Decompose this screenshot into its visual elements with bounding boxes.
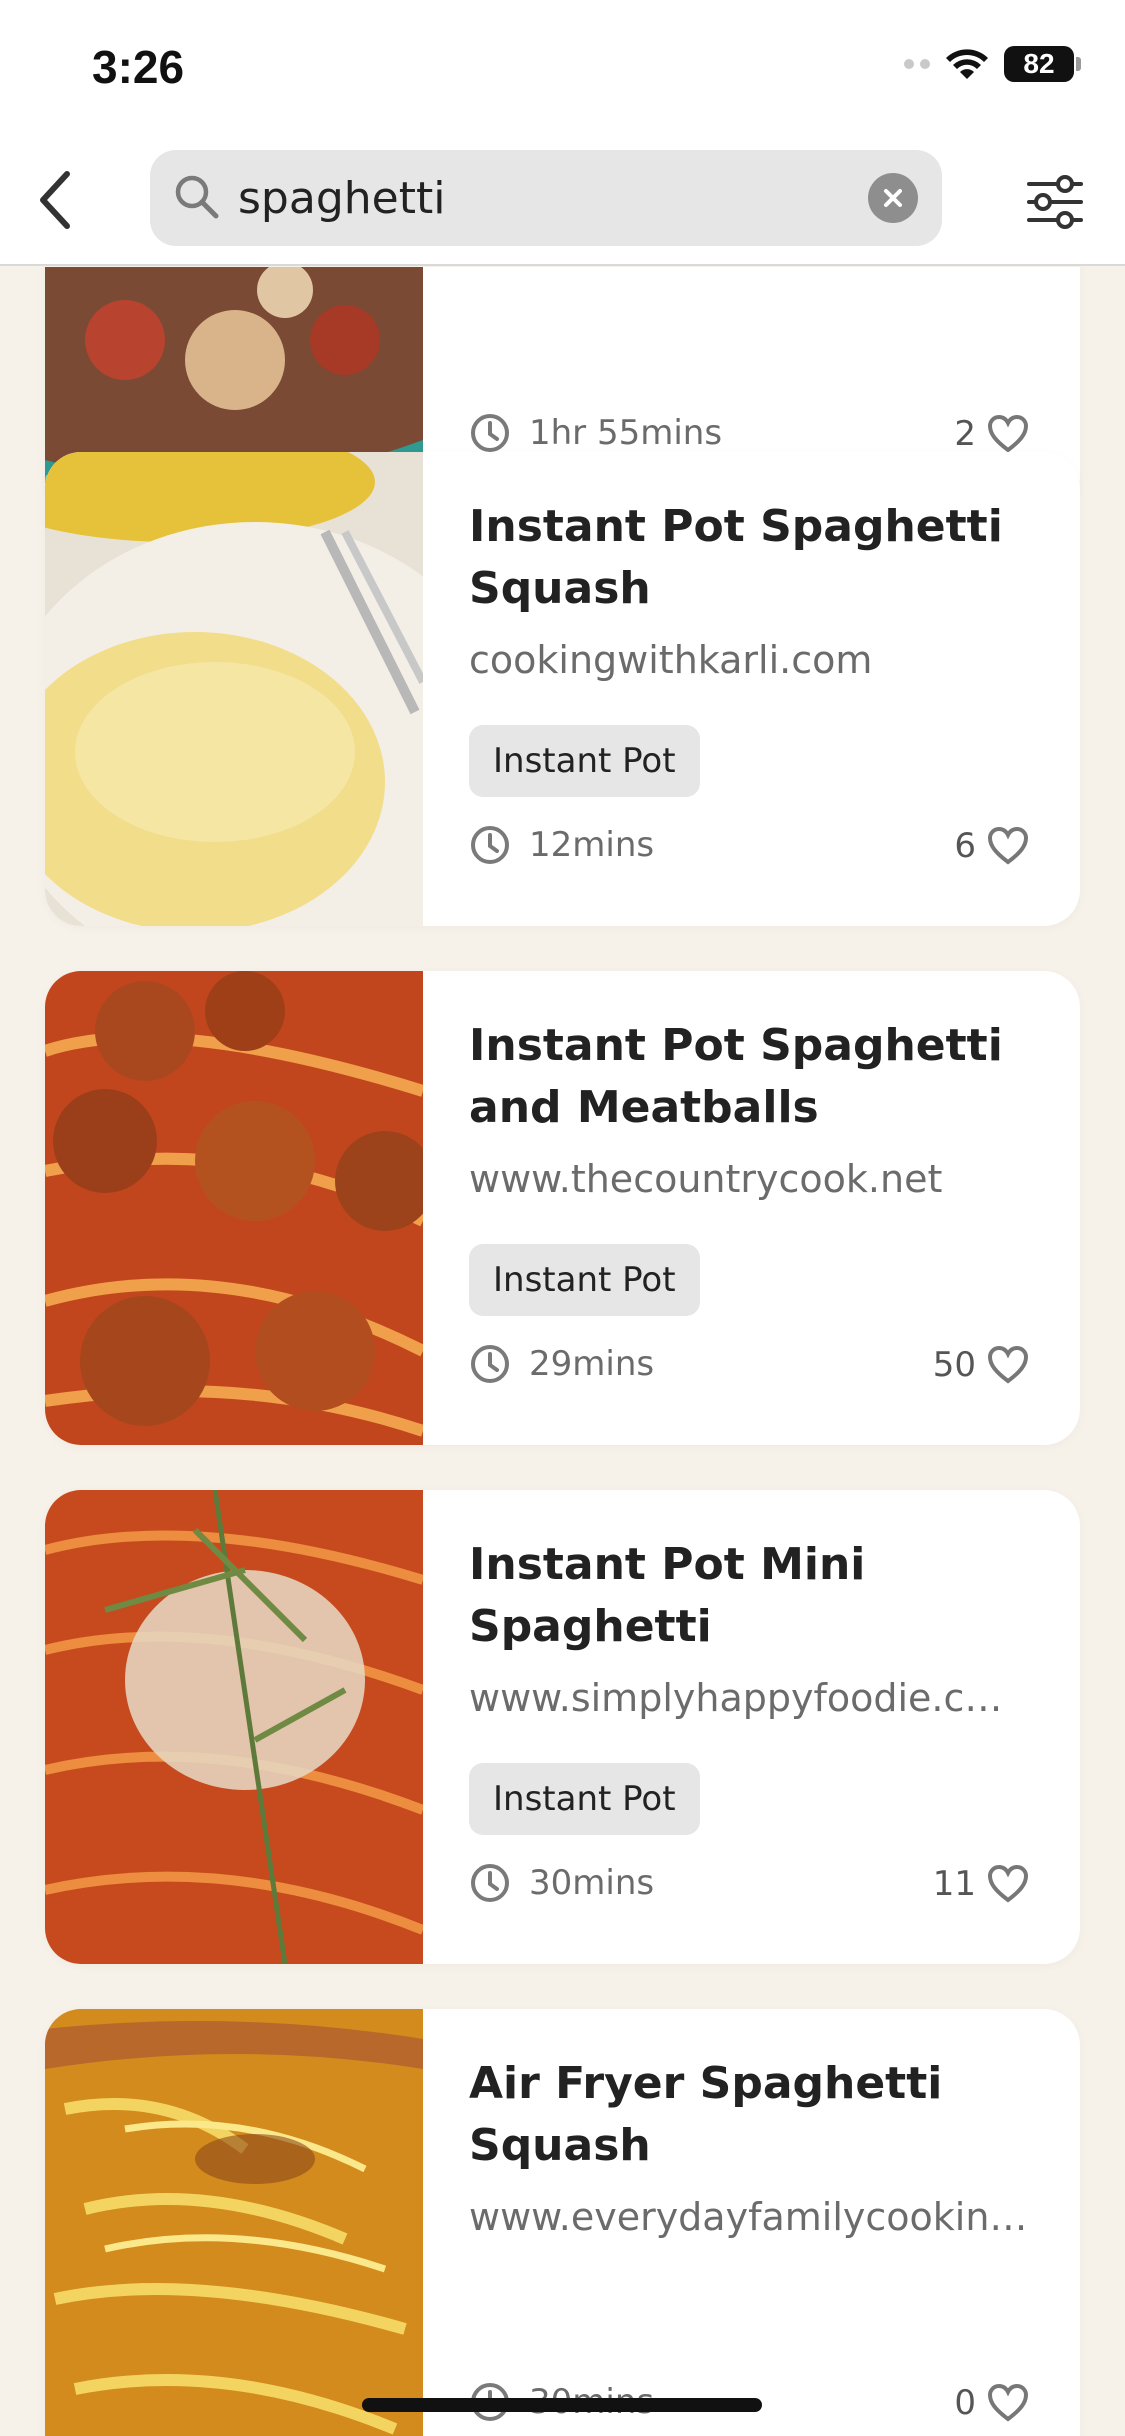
search-header [0, 140, 1125, 266]
recipe-likes-count: 2 [954, 414, 976, 454]
recipe-time-label: 30mins [529, 1863, 655, 1903]
close-icon [884, 189, 902, 207]
clock-icon [471, 826, 509, 864]
clock-icon [471, 414, 509, 452]
recipe-likes[interactable]: 0 [954, 2383, 1030, 2423]
recipe-title: Instant Pot Spaghetti and Meatballs [469, 1020, 1003, 1133]
recipe-likes[interactable]: 11 [933, 1864, 1030, 1904]
recipe-likes-count: 11 [932, 1864, 976, 1904]
recipe-source: www.simplyhappyfoodie.c… [469, 1676, 1003, 1720]
filter-button[interactable] [1019, 162, 1091, 242]
recipe-likes[interactable]: 6 [954, 826, 1030, 866]
recipe-card[interactable]: Air Fryer Spaghetti Squash www.everydayf… [45, 2009, 1080, 2436]
recipe-title: Instant Pot Spaghetti Squash [469, 501, 1003, 614]
battery-level: 82 [1004, 46, 1074, 82]
recipe-info: Instant Pot Mini Spaghetti www.simplyhap… [469, 1490, 1050, 1964]
heart-icon[interactable] [986, 826, 1030, 866]
recipe-likes-count: 6 [954, 826, 976, 866]
clock-icon [471, 1864, 509, 1902]
recipe-time: 30mins [469, 1862, 654, 1904]
home-indicator[interactable] [362, 2398, 762, 2412]
search-input[interactable] [238, 162, 838, 234]
recipe-info: Instant Pot Spaghetti Squash cookingwith… [469, 452, 1050, 926]
recipe-source: cookingwithkarli.com [469, 638, 873, 682]
cellular-signal-icon [904, 59, 930, 69]
sliders-icon [1027, 175, 1083, 229]
recipe-likes[interactable]: 2 [954, 414, 1030, 454]
recipe-image [45, 2009, 423, 2436]
wifi-icon [944, 46, 990, 82]
status-indicators: 82 [904, 46, 1081, 82]
recipe-time-label: 1hr 55mins [529, 413, 723, 453]
recipe-tag: Instant Pot [469, 1244, 700, 1316]
status-time: 3:26 [92, 41, 185, 93]
recipe-info: Instant Pot Spaghetti and Meatballs www.… [469, 971, 1050, 1445]
recipe-image [45, 971, 423, 1445]
recipe-likes-count: 50 [932, 1345, 976, 1385]
recipe-card[interactable]: Instant Pot Mini Spaghetti www.simplyhap… [45, 1490, 1080, 1964]
recipe-card[interactable]: Instant Pot Spaghetti Squash cookingwith… [45, 452, 1080, 926]
recipe-tag: Instant Pot [469, 1763, 700, 1835]
recipe-tag: Instant Pot [469, 725, 700, 797]
search-icon [175, 175, 219, 219]
recipe-title: Instant Pot Mini Spaghetti [469, 1539, 866, 1652]
clock-icon [471, 1345, 509, 1383]
recipe-likes-count: 0 [954, 2383, 976, 2423]
recipe-time: 29mins [469, 1343, 654, 1385]
recipe-image [45, 1490, 423, 1964]
search-bar[interactable] [150, 150, 942, 246]
recipe-time-label: 12mins [529, 825, 655, 865]
heart-icon[interactable] [986, 2383, 1030, 2423]
heart-icon[interactable] [986, 1345, 1030, 1385]
heart-icon[interactable] [986, 1864, 1030, 1904]
recipe-results-list: 1hr 55mins 2 Instant Pot Spaghetti Squas… [0, 267, 1125, 2436]
recipe-likes[interactable]: 50 [933, 1345, 1030, 1385]
recipe-info: Air Fryer Spaghetti Squash www.everydayf… [469, 2009, 1050, 2436]
heart-icon[interactable] [986, 414, 1030, 454]
recipe-card[interactable]: Instant Pot Spaghetti and Meatballs www.… [45, 971, 1080, 1445]
recipe-title: Air Fryer Spaghetti Squash [469, 2058, 943, 2171]
recipe-source: www.everydayfamilycookin… [469, 2195, 1028, 2239]
chevron-left-icon [40, 171, 70, 229]
recipe-time-label: 29mins [529, 1344, 655, 1384]
recipe-time: 12mins [469, 824, 654, 866]
battery-icon: 82 [1004, 46, 1081, 82]
clear-search-button[interactable] [868, 173, 918, 223]
recipe-image [45, 452, 423, 926]
status-bar: 3:26 82 [0, 0, 1125, 140]
recipe-time: 1hr 55mins [469, 412, 722, 454]
recipe-source: www.thecountrycook.net [469, 1157, 943, 1201]
back-button[interactable] [20, 160, 90, 240]
